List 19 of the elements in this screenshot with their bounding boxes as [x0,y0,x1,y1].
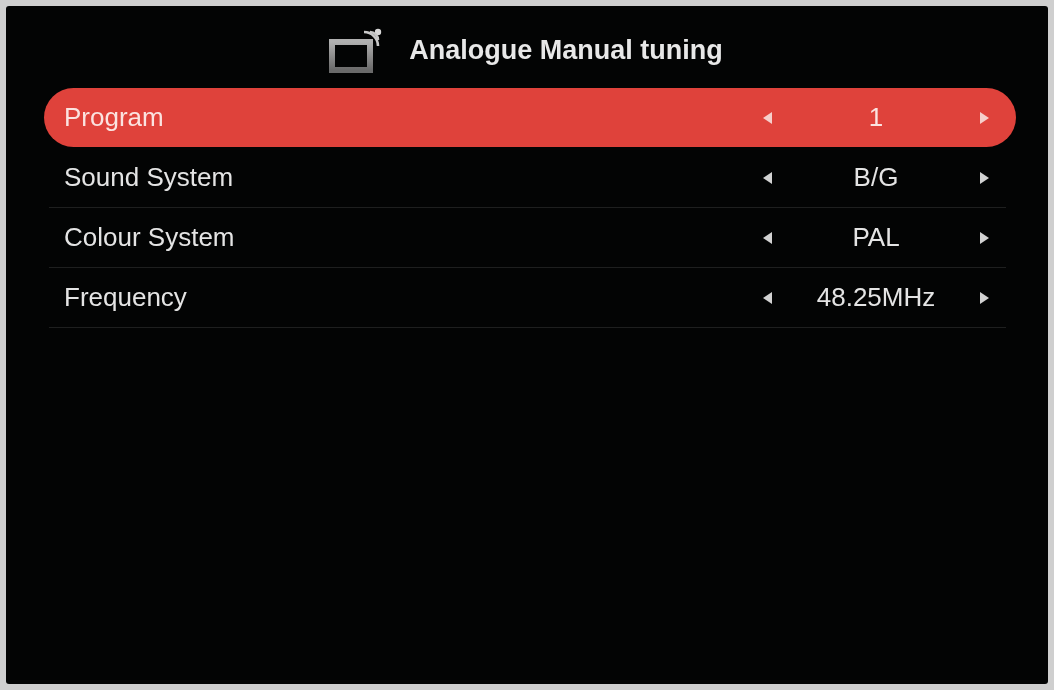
left-arrow-icon[interactable] [763,171,772,184]
menu-title: Analogue Manual tuning [409,36,723,64]
row-value: PAL [851,221,901,254]
row-value: B/G [852,161,900,194]
row-label: Program [64,101,165,134]
row-value: 48.25MHz [815,281,937,314]
row-label: Frequency [64,281,188,314]
row-label: Colour System [64,221,236,254]
right-arrow-icon[interactable] [980,171,989,184]
row-label: Sound System [64,161,235,194]
right-arrow-icon[interactable] [980,291,989,304]
left-arrow-icon[interactable] [763,291,772,304]
tv-signal-icon [329,27,384,73]
left-arrow-icon[interactable] [763,231,772,244]
menu-row[interactable]: Colour System PAL [44,208,1016,267]
menu-row[interactable]: Frequency 48.25MHz [44,268,1016,327]
row-value: 1 [867,101,885,134]
right-arrow-icon[interactable] [980,231,989,244]
menu-row[interactable]: Sound System B/G [44,148,1016,207]
